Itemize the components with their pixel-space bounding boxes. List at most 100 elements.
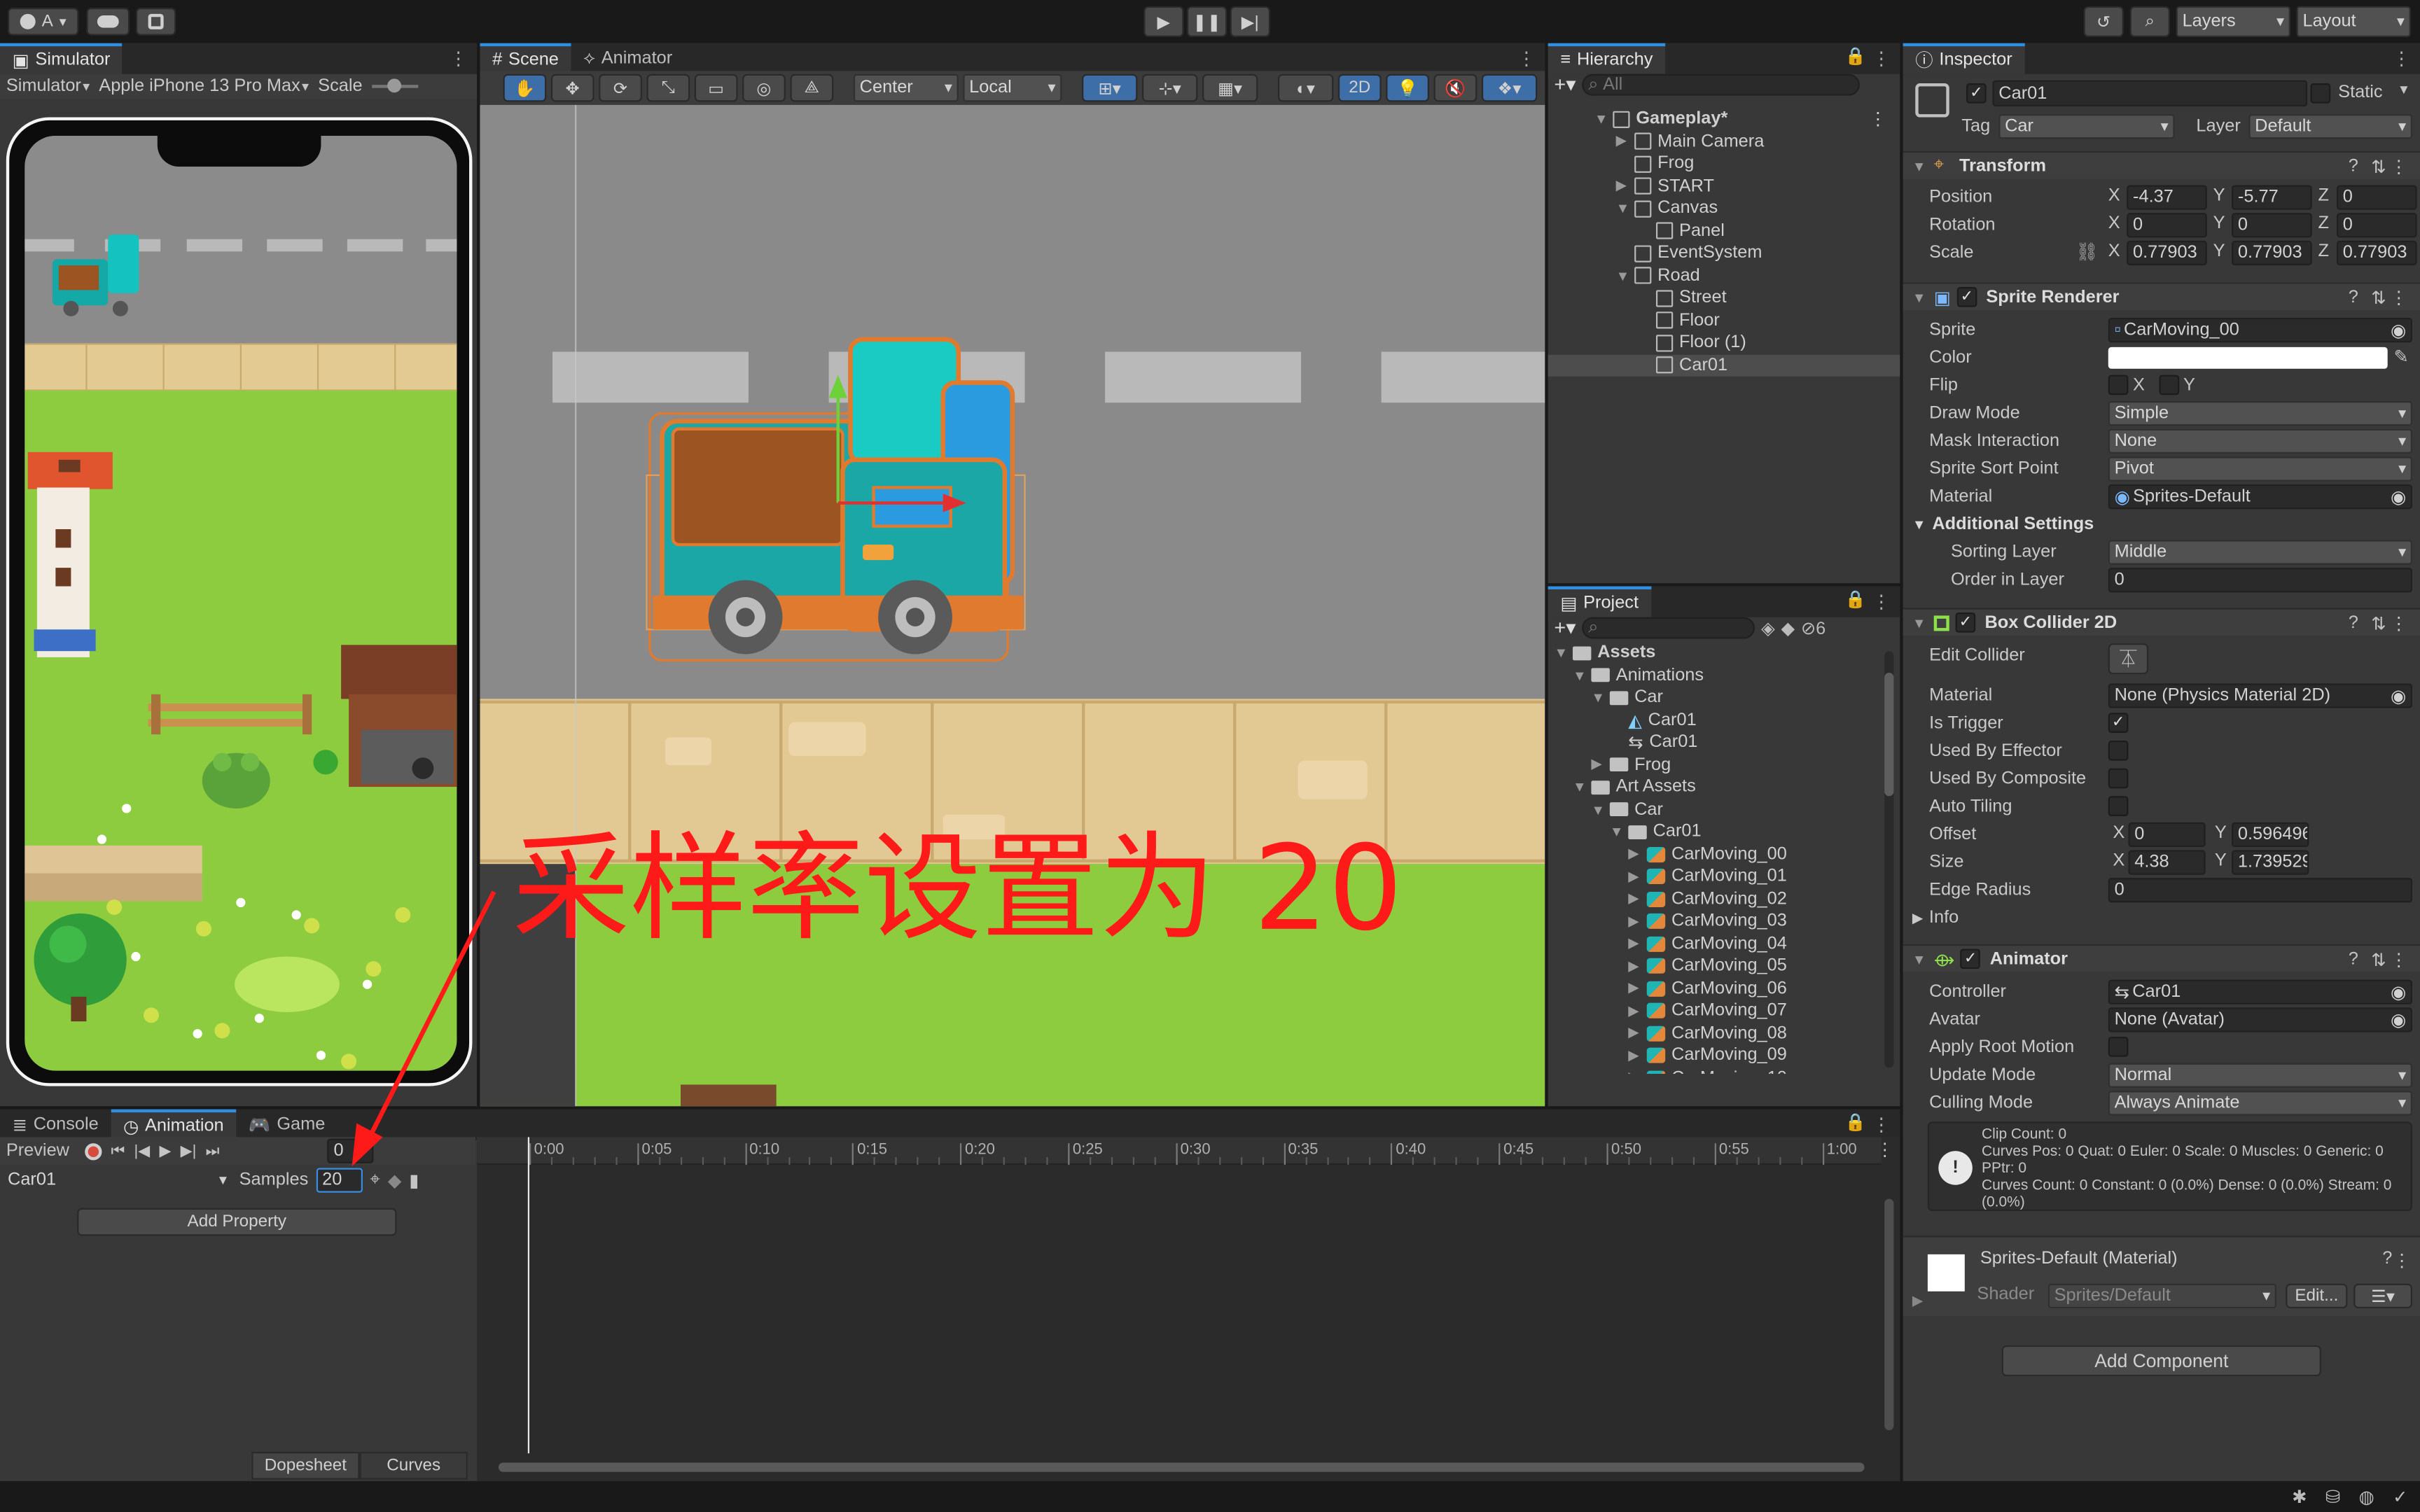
order-in-layer-input[interactable]: 0 (2108, 568, 2412, 593)
help-icon[interactable]: ? (2349, 157, 2358, 175)
cloud-button[interactable] (86, 8, 130, 36)
project-item[interactable]: ▶ CarMoving_00 (1628, 844, 1787, 865)
transform-position-x-input[interactable]: -4.37 (2127, 185, 2207, 210)
fold-arrow-icon[interactable]: ▶ (1628, 958, 1641, 974)
used-by-effector-checkbox[interactable] (2108, 740, 2129, 761)
tag-dropdown[interactable]: Car (1998, 114, 2175, 139)
draw-mode-dropdown[interactable]: Simple (2108, 401, 2412, 426)
tab-scene[interactable]: # Scene (480, 43, 571, 74)
lock-icon[interactable]: 🔒 (1845, 1112, 1866, 1132)
project-item[interactable]: ⇆ Car01 (1610, 732, 1697, 753)
component-menu-icon[interactable]: ⋮ (2393, 1250, 2410, 1271)
check-icon[interactable]: ✓ (2393, 1486, 2407, 1507)
culling-mode-dropdown[interactable]: Always Animate (2108, 1091, 2412, 1116)
sprite-renderer-header[interactable]: ▼ ▣ ✓ Sprite Renderer ? ⇅ ⋮ (1903, 282, 2420, 311)
edge-radius-input[interactable]: 0 (2108, 878, 2412, 903)
transform-scale-x-input[interactable]: 0.77903 (2127, 240, 2207, 266)
object-picker-icon[interactable]: ◉ (2391, 981, 2406, 1002)
box-collider-header[interactable]: ▼ ✓ Box Collider 2D ? ⇅ ⋮ (1903, 608, 2420, 636)
play-icon[interactable]: ▶ (159, 1142, 171, 1159)
fold-arrow-icon[interactable]: ▶ (1628, 890, 1641, 907)
event-marker-icon[interactable]: ▮ (409, 1170, 419, 1191)
hand-tool-button[interactable]: ✋ (503, 74, 547, 102)
animator-enabled-checkbox[interactable]: ✓ (1960, 948, 1981, 969)
sort-point-dropdown[interactable]: Pivot (2108, 456, 2412, 482)
history-button[interactable]: ↺ (2083, 6, 2124, 37)
object-picker-icon[interactable]: ◉ (2391, 1009, 2406, 1030)
axis-z-label[interactable]: Z (2318, 187, 2329, 205)
playhead[interactable] (527, 1137, 530, 1454)
next-keyframe-icon[interactable]: ▶| (181, 1142, 197, 1159)
axis-y-label[interactable]: Y (2213, 214, 2225, 232)
project-item[interactable]: ▶ CarMoving_08 (1628, 1022, 1787, 1044)
scroll-thumb[interactable] (1884, 672, 1894, 797)
fold-arrow-icon[interactable]: ▶ (1616, 177, 1629, 194)
layers-dropdown[interactable]: Layers (2176, 6, 2290, 37)
layer-dropdown[interactable]: Default (2248, 114, 2412, 139)
fold-arrow-icon[interactable]: ▼ (1594, 111, 1608, 127)
timeline-area[interactable]: 0:00 0:05 0:10 0:15 0:20 0:25 0:30 0:35 0:40 0:45… (477, 1137, 1900, 1481)
fold-arrow-icon[interactable]: ▼ (1573, 667, 1587, 682)
add-property-button[interactable]: Add Property (77, 1208, 397, 1236)
material-edit-button[interactable]: Edit... (2286, 1283, 2348, 1309)
fold-arrow-icon[interactable]: ▼ (1555, 645, 1569, 660)
phone-screen[interactable] (25, 135, 457, 1071)
axis-x-label[interactable]: X (2108, 214, 2120, 232)
progress-icon[interactable]: ◍ (2359, 1486, 2374, 1507)
bug-icon[interactable]: ✱ (2292, 1486, 2307, 1507)
transform-rotation-y-input[interactable]: 0 (2232, 213, 2312, 238)
constrain-proportions-icon[interactable]: ⛓ (2075, 241, 2098, 262)
grid-visibility-button[interactable]: ▦▾ (1202, 74, 1258, 102)
simulator-mode-dropdown[interactable]: Simulator (6, 77, 81, 95)
material-field[interactable]: ◉ Sprites-Default ◉ (2108, 484, 2412, 510)
transform-rotation-z-input[interactable]: 0 (2336, 213, 2417, 238)
fold-arrow-icon[interactable]: ▼ (1573, 779, 1587, 794)
last-keyframe-icon[interactable]: ⏭ (206, 1142, 220, 1159)
component-menu-icon[interactable]: ⋮ (2390, 155, 2407, 176)
tab-hierarchy[interactable]: ≡ Hierarchy (1548, 43, 1666, 74)
fold-arrow-icon[interactable]: ▶ (1628, 846, 1641, 862)
prev-keyframe-icon[interactable]: |◀ (134, 1142, 151, 1159)
project-item[interactable]: ▶ CarMoving_09 (1628, 1044, 1787, 1066)
preset-icon[interactable]: ⇅ (2371, 286, 2386, 307)
scene-menu-icon[interactable]: ⋮ (1869, 108, 1886, 130)
flip-x-checkbox[interactable] (2108, 374, 2129, 396)
mode-2d-button[interactable]: 2D (1337, 74, 1382, 102)
material-list-button[interactable]: ☰▾ (2353, 1283, 2412, 1309)
controller-field[interactable]: ⇆ Car01 ◉ (2108, 979, 2412, 1004)
tab-simulator[interactable]: ▣ Simulator (0, 43, 123, 74)
project-item[interactable]: ▼ Art Assets (1573, 776, 1696, 798)
audio-button[interactable]: 🔇 (1433, 74, 1477, 102)
project-item[interactable]: ▶ CarMoving_04 (1628, 932, 1787, 954)
hierarchy-search-input[interactable]: ⌕ All (1582, 74, 1861, 96)
fold-arrow-icon[interactable]: ▶ (1912, 1293, 1923, 1310)
kebab-menu-icon[interactable]: ⋮ (1876, 1139, 1893, 1160)
transform-position-y-input[interactable]: -5.77 (2232, 185, 2312, 210)
tab-console[interactable]: ≣ Console (0, 1110, 111, 1140)
increment-snap-button[interactable]: ⊹▾ (1142, 74, 1198, 102)
kebab-menu-icon[interactable]: ⋮ (2392, 48, 2410, 69)
project-item[interactable]: ▼ Car (1591, 687, 1663, 708)
axis-x-label[interactable]: X (2108, 187, 2120, 205)
fold-arrow-icon[interactable]: ▶ (1591, 756, 1604, 773)
project-item[interactable]: ▼ Assets (1555, 642, 1656, 664)
component-menu-icon[interactable]: ⋮ (2390, 948, 2407, 969)
fold-arrow-icon[interactable]: ▶ (1628, 1002, 1641, 1019)
help-icon[interactable]: ? (2349, 288, 2358, 306)
clip-dropdown[interactable]: Car01 (3, 1168, 232, 1193)
kebab-menu-icon[interactable]: ⋮ (1517, 48, 1536, 69)
component-menu-icon[interactable]: ⋮ (2390, 612, 2407, 633)
offset-x-input[interactable]: 0 (2128, 822, 2206, 848)
cache-icon[interactable]: ⛁ (2325, 1486, 2340, 1507)
hierarchy-item[interactable]: Floor (1638, 309, 1720, 331)
project-item[interactable]: ▶ CarMoving_07 (1628, 1000, 1787, 1021)
fold-arrow-icon[interactable]: ▶ (1628, 935, 1641, 952)
axis-y-label[interactable]: Y (2213, 242, 2225, 260)
axis-x-label[interactable]: X (2108, 242, 2120, 260)
shader-dropdown[interactable]: Sprites/Default (2047, 1283, 2277, 1309)
frame-input[interactable]: 0 (327, 1138, 374, 1163)
object-picker-icon[interactable]: ◉ (2391, 685, 2406, 706)
pivot-dropdown[interactable]: Center (853, 74, 959, 102)
hierarchy-item[interactable]: ▼ Canvas (1616, 197, 1718, 219)
project-item[interactable]: ▶ CarMoving_03 (1628, 910, 1787, 932)
